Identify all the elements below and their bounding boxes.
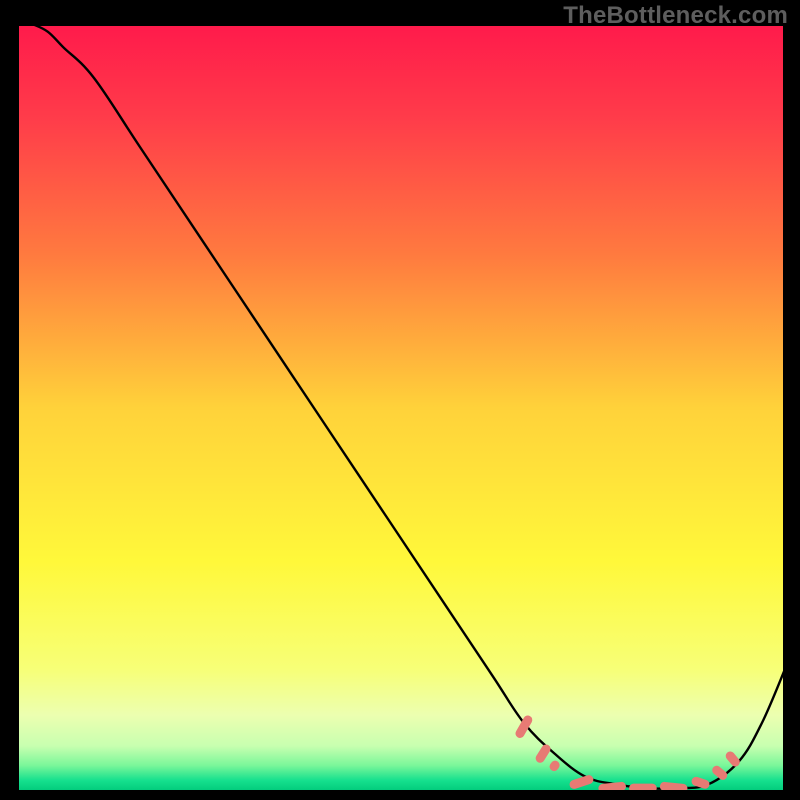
plot-svg bbox=[17, 24, 785, 792]
plot-area bbox=[17, 24, 785, 792]
chart-frame: TheBottleneck.com bbox=[0, 0, 800, 800]
highlight-dash bbox=[629, 784, 657, 792]
gradient-background bbox=[17, 24, 785, 792]
watermark-text: TheBottleneck.com bbox=[563, 2, 788, 30]
